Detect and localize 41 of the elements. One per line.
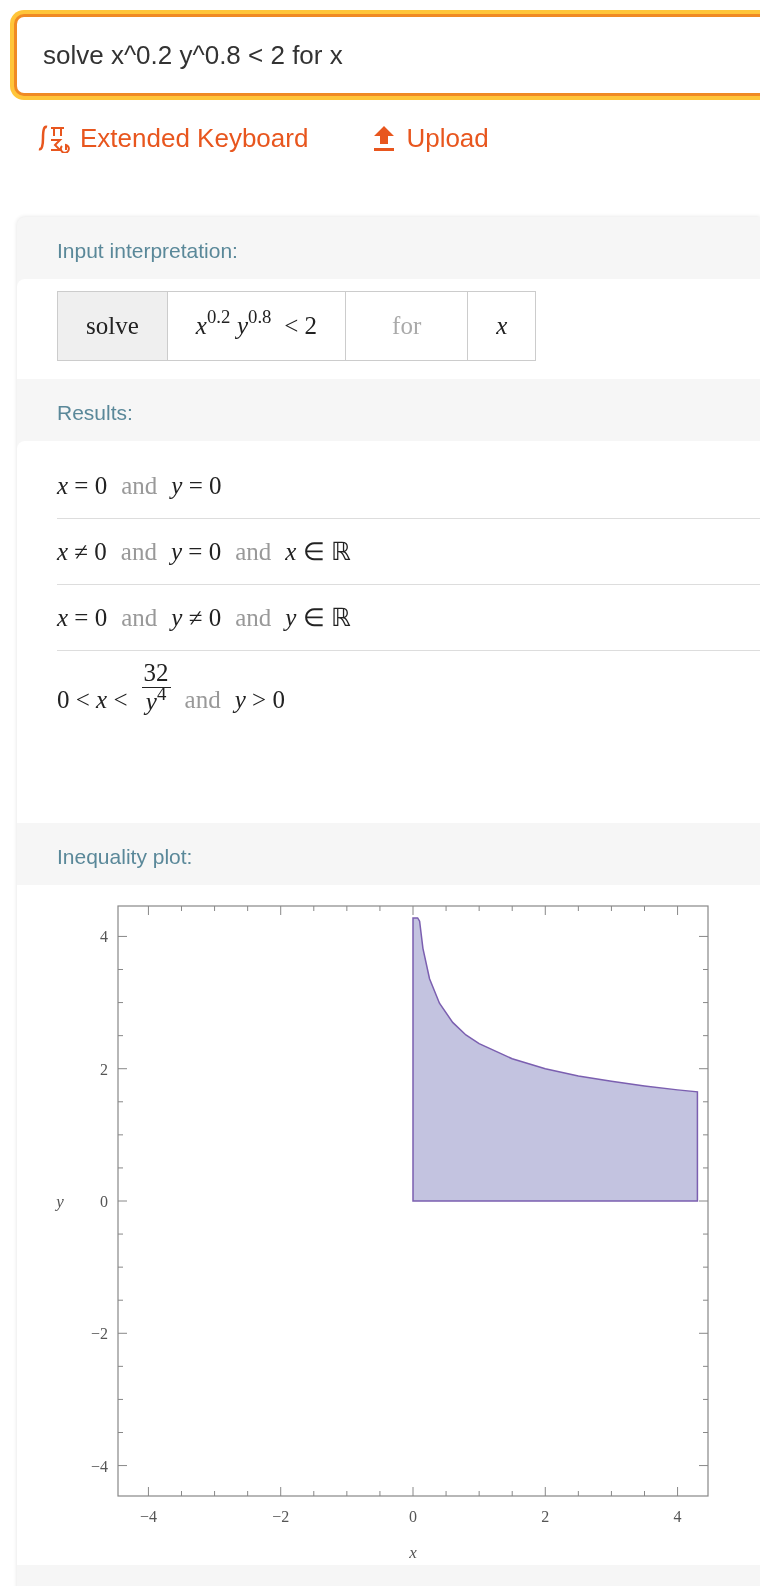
pod-title: Results:: [57, 401, 133, 424]
tick-label: −4: [139, 1508, 157, 1525]
math-expression: y ≠ 0: [171, 602, 222, 633]
math-expression: 0 < x <: [57, 685, 128, 715]
tick-label: 2: [541, 1508, 550, 1525]
tick-label: 4: [673, 1508, 682, 1525]
connector-word: and: [121, 602, 158, 633]
upload-link[interactable]: Upload: [372, 118, 489, 158]
math-expression: x ≠ 0: [57, 536, 107, 567]
connector-word: and: [235, 602, 272, 633]
tick-label: 4: [100, 928, 108, 946]
tick-label: 2: [100, 1060, 108, 1078]
interpretation-cell: for: [346, 292, 469, 360]
math-expression: x = 0: [57, 602, 108, 633]
math-expression: y > 0: [234, 685, 285, 715]
tick-label: −4: [90, 1457, 108, 1475]
keyboard-link[interactable]: Extended Keyboard: [36, 118, 309, 158]
math-expression: x = 0: [57, 470, 108, 501]
connector-word: and: [121, 470, 158, 501]
search-field[interactable]: solve x^0.2 y^0.8 < 2 for x: [14, 14, 760, 96]
tick-label: −2: [272, 1508, 290, 1525]
connector-word: and: [120, 536, 157, 567]
connector-word: and: [235, 536, 272, 567]
tick-label: 0: [409, 1508, 417, 1525]
interpretation-cell: solve: [58, 292, 168, 360]
axis-label: y: [56, 1192, 64, 1211]
interpretation-cell: x$^{0.2}$ y$^{0.8}$ < 2: [167, 292, 347, 360]
math-expression: y = 0: [170, 536, 222, 567]
math-symbols-icon: [36, 123, 70, 153]
axis-label: x: [409, 1543, 417, 1562]
math-expression: y ∈ ℝ: [285, 602, 351, 633]
pod-title: Input interpretation:: [57, 239, 238, 262]
tick-label: −2: [90, 1325, 108, 1343]
connector-word: and: [184, 685, 221, 715]
math-expression: y = 0: [171, 470, 222, 501]
math-expression: x ∈ ℝ: [285, 536, 351, 567]
interpretation-cell-text: x: [495, 311, 509, 342]
upload-icon: [372, 124, 397, 152]
tick-label: 0: [100, 1193, 108, 1210]
fraction: 32 y$^{4}$: [141, 659, 171, 715]
pod-title: Inequality plot:: [57, 845, 193, 868]
